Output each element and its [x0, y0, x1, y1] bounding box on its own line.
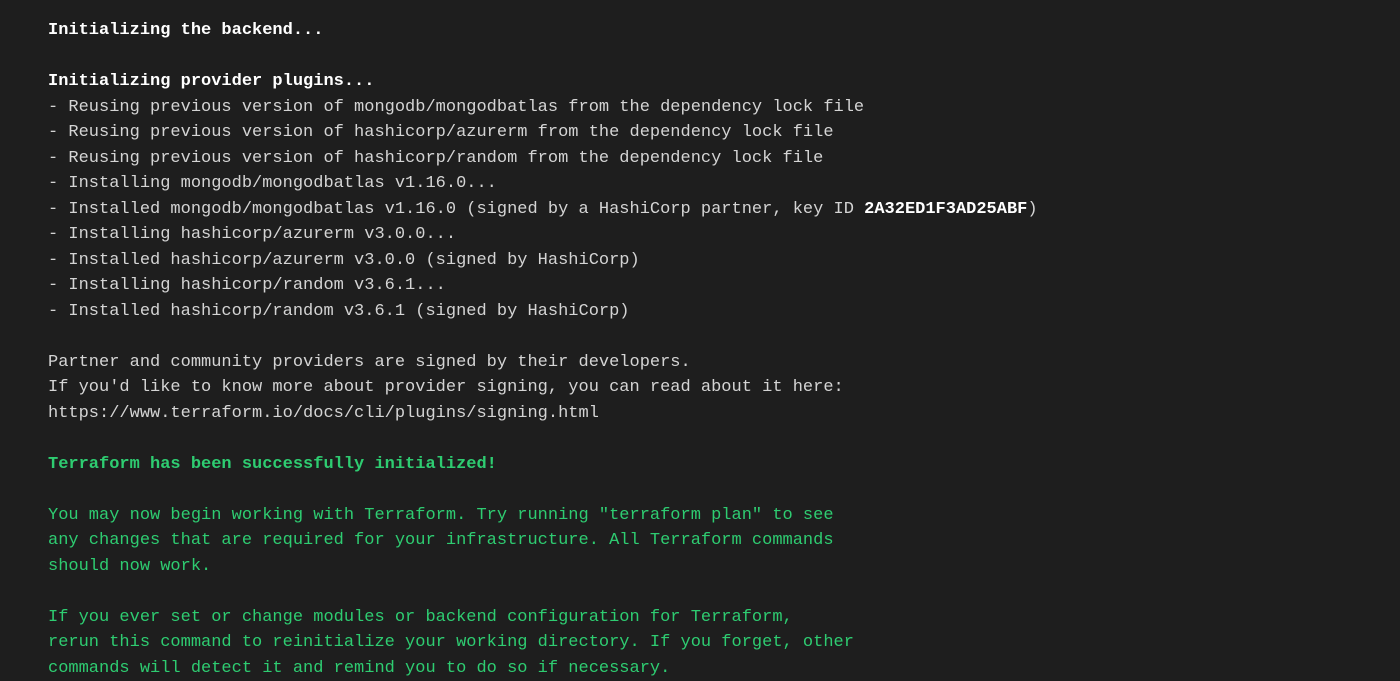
partner-signing-line-1: Partner and community providers are sign…: [48, 350, 1352, 376]
init-plugins-heading: Initializing provider plugins...: [48, 69, 1352, 95]
installed-mongodb-suffix: ): [1027, 200, 1037, 219]
advice-line-2: any changes that are required for your i…: [48, 528, 1352, 554]
installed-random-line: - Installed hashicorp/random v3.6.1 (sig…: [48, 299, 1352, 325]
install-mongodb-line: - Installing mongodb/mongodbatlas v1.16.…: [48, 171, 1352, 197]
advice-line-1: You may now begin working with Terraform…: [48, 503, 1352, 529]
blank-line: [48, 426, 1352, 452]
install-random-line: - Installing hashicorp/random v3.6.1...: [48, 273, 1352, 299]
installed-azurerm-line: - Installed hashicorp/azurerm v3.0.0 (si…: [48, 248, 1352, 274]
blank-line: [48, 324, 1352, 350]
advice-line-3: should now work.: [48, 554, 1352, 580]
advice-line-5: rerun this command to reinitialize your …: [48, 630, 1352, 656]
reuse-random-line: - Reusing previous version of hashicorp/…: [48, 146, 1352, 172]
signing-docs-url: https://www.terraform.io/docs/cli/plugin…: [48, 401, 1352, 427]
blank-line: [48, 477, 1352, 503]
reuse-azurerm-line: - Reusing previous version of hashicorp/…: [48, 120, 1352, 146]
install-azurerm-line: - Installing hashicorp/azurerm v3.0.0...: [48, 222, 1352, 248]
blank-line: [48, 579, 1352, 605]
advice-line-4: If you ever set or change modules or bac…: [48, 605, 1352, 631]
advice-line-6: commands will detect it and remind you t…: [48, 656, 1352, 681]
success-message: Terraform has been successfully initiali…: [48, 452, 1352, 478]
partner-signing-line-2: If you'd like to know more about provide…: [48, 375, 1352, 401]
reuse-mongodb-line: - Reusing previous version of mongodb/mo…: [48, 95, 1352, 121]
blank-line: [48, 44, 1352, 70]
key-id-value: 2A32ED1F3AD25ABF: [864, 200, 1027, 219]
terminal-output: Initializing the backend... Initializing…: [48, 18, 1352, 681]
installed-mongodb-line: - Installed mongodb/mongodbatlas v1.16.0…: [48, 197, 1352, 223]
init-backend-heading: Initializing the backend...: [48, 18, 1352, 44]
installed-mongodb-prefix: - Installed mongodb/mongodbatlas v1.16.0…: [48, 200, 864, 219]
